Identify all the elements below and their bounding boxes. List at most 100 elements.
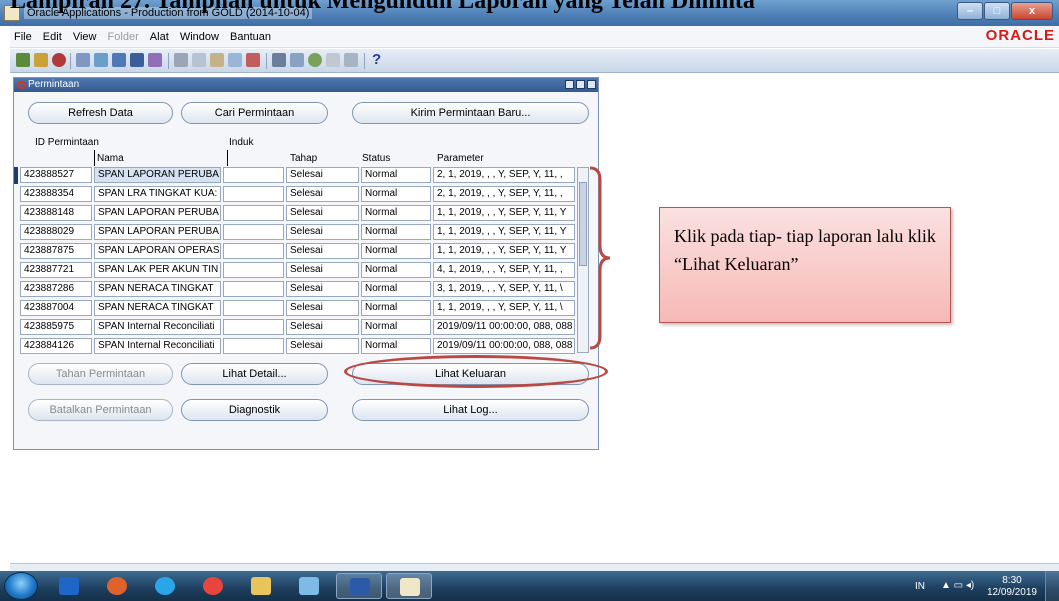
cell-nama[interactable]: SPAN LRA TINGKAT KUA: — [94, 186, 221, 202]
help-icon[interactable]: ? — [372, 51, 381, 68]
close-button[interactable]: x — [1011, 2, 1053, 20]
zoom-icon[interactable] — [290, 53, 304, 67]
cell-induk[interactable] — [223, 205, 284, 221]
cell-id[interactable]: 423888029 — [20, 224, 92, 240]
menu-edit[interactable]: Edit — [39, 26, 66, 48]
table-row[interactable]: 423887875 SPAN LAPORAN OPERAS Selesai No… — [20, 243, 575, 260]
translations-icon[interactable] — [308, 53, 322, 67]
clock[interactable]: 8:30 12/09/2019 — [987, 575, 1037, 599]
cell-induk[interactable] — [223, 319, 284, 335]
cell-id[interactable]: 423888527 — [20, 167, 92, 183]
start-button[interactable] — [4, 572, 38, 600]
table-row[interactable]: 423888029 SPAN LAPORAN PERUBA Selesai No… — [20, 224, 575, 241]
cell-tahap[interactable]: Selesai — [286, 262, 359, 278]
taskbar-explorer[interactable] — [238, 573, 284, 599]
tray-expand-icon[interactable]: ▲ ▭ ◂) — [941, 580, 974, 591]
cari-permintaan-button[interactable]: Cari Permintaan — [181, 102, 328, 124]
diagnostik-button[interactable]: Diagnostik — [181, 399, 328, 421]
taskbar-ie[interactable] — [142, 573, 188, 599]
cell-id[interactable]: 423885975 — [20, 319, 92, 335]
cell-parameter[interactable]: 4, 1, 2019, , , Y, SEP, Y, 11, , — [433, 262, 575, 278]
cell-status[interactable]: Normal — [361, 281, 431, 297]
menu-bantuan[interactable]: Bantuan — [226, 26, 275, 48]
new-record-icon[interactable] — [228, 53, 242, 67]
cell-parameter[interactable]: 2, 1, 2019, , , Y, SEP, Y, 11, , — [433, 167, 575, 183]
kirim-permintaan-baru-button[interactable]: Kirim Permintaan Baru... — [352, 102, 589, 124]
cell-nama[interactable]: SPAN LAPORAN PERUBA — [94, 205, 221, 221]
table-row[interactable]: 423887286 SPAN NERACA TINGKAT Selesai No… — [20, 281, 575, 298]
cell-tahap[interactable]: Selesai — [286, 224, 359, 240]
cell-status[interactable]: Normal — [361, 243, 431, 259]
navigate-icon[interactable] — [52, 53, 66, 67]
scrollbar-thumb[interactable] — [579, 182, 587, 266]
close-form-icon[interactable] — [112, 53, 126, 67]
cell-induk[interactable] — [223, 281, 284, 297]
table-row[interactable]: 423885975 SPAN Internal Reconciliati Sel… — [20, 319, 575, 336]
taskbar-word[interactable] — [336, 573, 382, 599]
find-icon[interactable] — [34, 53, 48, 67]
menu-window[interactable]: Window — [176, 26, 223, 48]
cell-induk[interactable] — [223, 300, 284, 316]
cell-status[interactable]: Normal — [361, 319, 431, 335]
table-row[interactable]: 423888354 SPAN LRA TINGKAT KUA: Selesai … — [20, 186, 575, 203]
taskbar-folder[interactable] — [286, 573, 332, 599]
cell-status[interactable]: Normal — [361, 338, 431, 354]
cell-status[interactable]: Normal — [361, 167, 431, 183]
cell-id[interactable]: 423888148 — [20, 205, 92, 221]
cell-status[interactable]: Normal — [361, 262, 431, 278]
cell-parameter[interactable]: 1, 1, 2019, , , Y, SEP, Y, 11, Y — [433, 205, 575, 221]
cell-nama[interactable]: SPAN Internal Reconciliati — [94, 338, 221, 354]
cell-tahap[interactable]: Selesai — [286, 243, 359, 259]
cell-id[interactable]: 423887004 — [20, 300, 92, 316]
cell-parameter[interactable]: 2019/09/11 00:00:00, 088, 088 — [433, 338, 575, 354]
folder-tools-icon[interactable] — [344, 53, 358, 67]
table-row[interactable]: 423887004 SPAN NERACA TINGKAT Selesai No… — [20, 300, 575, 317]
cell-status[interactable]: Normal — [361, 224, 431, 240]
cell-status[interactable]: Normal — [361, 205, 431, 221]
cell-induk[interactable] — [223, 262, 284, 278]
lihat-log-button[interactable]: Lihat Log... — [352, 399, 589, 421]
table-row[interactable]: 423888148 SPAN LAPORAN PERUBA Selesai No… — [20, 205, 575, 222]
taskbar-outlook[interactable] — [46, 573, 92, 599]
cell-tahap[interactable]: Selesai — [286, 205, 359, 221]
menu-view[interactable]: View — [69, 26, 101, 48]
taskbar-firefox[interactable] — [94, 573, 140, 599]
form-titlebar[interactable]: Permintaan — [14, 78, 598, 92]
cell-tahap[interactable]: Selesai — [286, 167, 359, 183]
cell-nama[interactable]: SPAN LAK PER AKUN TIN — [94, 262, 221, 278]
form-close-button[interactable] — [587, 80, 596, 89]
cell-nama[interactable]: SPAN NERACA TINGKAT — [94, 300, 221, 316]
cell-id[interactable]: 423884126 — [20, 338, 92, 354]
cell-induk[interactable] — [223, 224, 284, 240]
switch-responsibility-icon[interactable] — [148, 53, 162, 67]
taskbar-chrome[interactable] — [190, 573, 236, 599]
form-maximize-button[interactable] — [576, 80, 585, 89]
cell-id[interactable]: 423887875 — [20, 243, 92, 259]
cell-id[interactable]: 423887286 — [20, 281, 92, 297]
cell-induk[interactable] — [223, 167, 284, 183]
cell-parameter[interactable]: 1, 1, 2019, , , Y, SEP, Y, 11, \ — [433, 300, 575, 316]
cell-nama[interactable]: SPAN LAPORAN PERUBA — [94, 224, 221, 240]
cell-parameter[interactable]: 3, 1, 2019, , , Y, SEP, Y, 11, \ — [433, 281, 575, 297]
cell-nama[interactable]: SPAN LAPORAN OPERAS — [94, 243, 221, 259]
cell-induk[interactable] — [223, 338, 284, 354]
cell-nama[interactable]: SPAN Internal Reconciliati — [94, 319, 221, 335]
delete-record-icon[interactable] — [246, 53, 260, 67]
cell-status[interactable]: Normal — [361, 300, 431, 316]
next-step-icon[interactable] — [130, 53, 144, 67]
form-minimize-button[interactable] — [565, 80, 574, 89]
table-row[interactable]: 423887721 SPAN LAK PER AKUN TIN Selesai … — [20, 262, 575, 279]
paste-icon[interactable] — [210, 53, 224, 67]
table-row[interactable]: 423884126 SPAN Internal Reconciliati Sel… — [20, 338, 575, 355]
show-desktop-button[interactable] — [1045, 571, 1059, 601]
cell-nama[interactable]: SPAN LAPORAN PERUBA — [94, 167, 221, 183]
cell-id[interactable]: 423888354 — [20, 186, 92, 202]
menu-alat[interactable]: Alat — [146, 26, 173, 48]
cell-parameter[interactable]: 1, 1, 2019, , , Y, SEP, Y, 11, Y — [433, 243, 575, 259]
cell-tahap[interactable]: Selesai — [286, 186, 359, 202]
new-icon[interactable] — [16, 53, 30, 67]
cell-induk[interactable] — [223, 243, 284, 259]
cell-tahap[interactable]: Selesai — [286, 281, 359, 297]
cell-induk[interactable] — [223, 186, 284, 202]
copy-icon[interactable] — [192, 53, 206, 67]
